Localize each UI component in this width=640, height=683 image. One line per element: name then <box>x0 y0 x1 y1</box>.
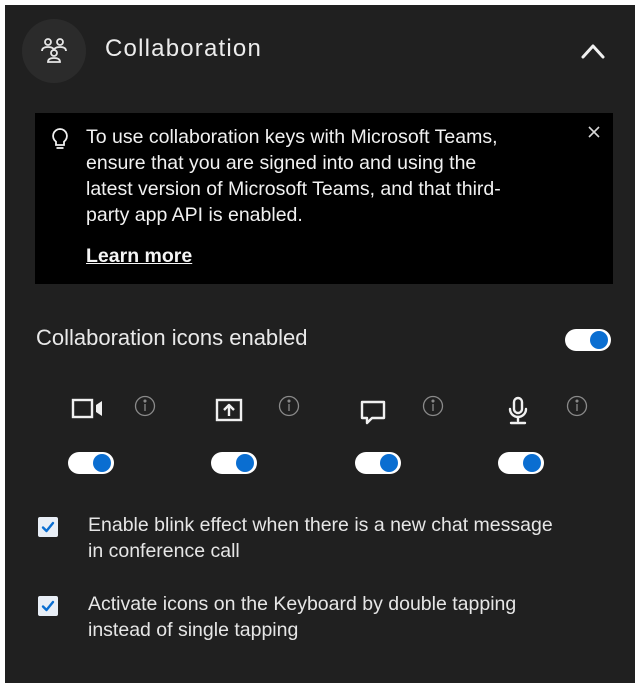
blink-effect-label: Enable blink effect when there is a new … <box>88 512 628 564</box>
chat-icon <box>359 399 387 432</box>
info-icon[interactable] <box>566 395 588 422</box>
banner-line: ensure that you are signed into and usin… <box>86 152 477 174</box>
collaboration-panel: Collaboration To use collaboration keys … <box>5 5 635 683</box>
double-tap-checkbox[interactable] <box>38 596 58 616</box>
toggle-knob <box>380 454 398 472</box>
banner-message: To use collaboration keys with Microsoft… <box>86 124 566 228</box>
banner-line: party app API is enabled. <box>86 204 303 226</box>
toggle-knob <box>236 454 254 472</box>
label-line: instead of single tapping <box>88 619 299 641</box>
video-toggle[interactable] <box>68 452 114 474</box>
toggle-knob <box>93 454 111 472</box>
double-tap-label: Activate icons on the Keyboard by double… <box>88 591 628 643</box>
chat-toggle[interactable] <box>355 452 401 474</box>
icons-enabled-toggle[interactable] <box>565 329 611 351</box>
video-camera-icon <box>71 397 105 426</box>
microphone-icon <box>506 395 530 432</box>
microphone-toggle[interactable] <box>498 452 544 474</box>
info-banner: To use collaboration keys with Microsoft… <box>35 113 613 284</box>
section-header[interactable]: Collaboration <box>5 5 635 93</box>
screen-share-toggle[interactable] <box>211 452 257 474</box>
close-icon[interactable] <box>585 123 603 141</box>
screen-share-icon <box>214 397 244 430</box>
label-line: Activate icons on the Keyboard by double… <box>88 593 517 615</box>
section-title: Collaboration <box>105 35 263 62</box>
banner-line: latest version of Microsoft Teams, and t… <box>86 178 501 200</box>
lightbulb-icon <box>51 127 69 156</box>
banner-line: To use collaboration keys with Microsoft… <box>86 126 498 148</box>
info-icon[interactable] <box>134 395 156 422</box>
info-icon[interactable] <box>278 395 300 422</box>
people-group-icon <box>22 19 86 83</box>
label-line: Enable blink effect when there is a new … <box>88 514 553 536</box>
label-line: in conference call <box>88 540 240 562</box>
icons-enabled-label: Collaboration icons enabled <box>36 325 308 350</box>
chevron-up-icon[interactable] <box>575 35 611 65</box>
blink-effect-checkbox[interactable] <box>38 517 58 537</box>
toggle-knob <box>590 331 608 349</box>
info-icon[interactable] <box>422 395 444 422</box>
learn-more-link[interactable]: Learn more <box>86 245 192 268</box>
toggle-knob <box>523 454 541 472</box>
